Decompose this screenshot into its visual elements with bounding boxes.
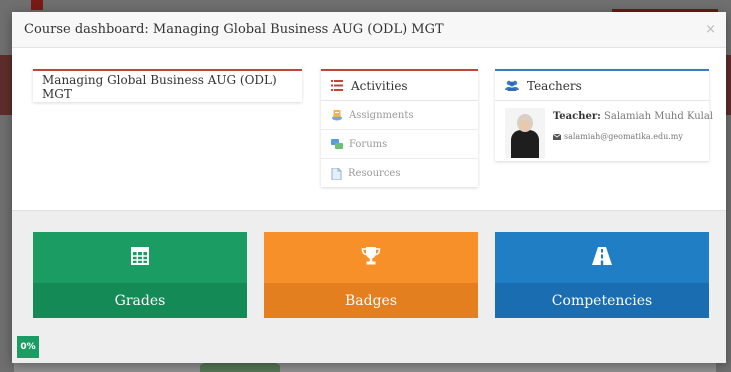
course-info-area: Managing Global Business AUG (ODL) MGT A… (12, 48, 726, 210)
road-icon (592, 246, 612, 269)
teacher-email-line: salamiah@geomatika.edu.my (553, 132, 713, 141)
grades-label: Grades (33, 283, 247, 318)
teacher-info: Teacher: Salamiah Muhd Kulal salamiah@ge… (553, 108, 713, 158)
course-dashboard-modal: Course dashboard: Managing Global Busine… (12, 12, 726, 363)
course-title: Managing Global Business AUG (ODL) MGT (42, 72, 277, 101)
teachers-card: Teachers Teacher: Salamiah Muhd Kulal sa… (495, 69, 713, 161)
teacher-entry: Teacher: Salamiah Muhd Kulal salamiah@ge… (495, 101, 713, 165)
activity-label: Assignments (349, 109, 414, 121)
competencies-label: Competencies (495, 283, 709, 318)
activities-card: Activities Assignments Forums Resources (321, 69, 478, 187)
badges-label: Badges (264, 283, 478, 318)
activity-item-assignments[interactable]: Assignments (321, 101, 478, 130)
teacher-label: Teacher: (553, 111, 601, 122)
forum-icon (331, 138, 343, 150)
teacher-email[interactable]: salamiah@geomatika.edu.my (564, 132, 683, 141)
list-icon (331, 80, 343, 91)
avatar (505, 108, 545, 158)
envelope-icon (553, 133, 561, 140)
teachers-header: Teachers (495, 71, 709, 101)
modal-header: Course dashboard: Managing Global Busine… (12, 12, 726, 48)
trophy-icon (361, 246, 381, 270)
activities-header: Activities (321, 71, 478, 101)
teachers-heading: Teachers (527, 78, 582, 93)
competencies-tile[interactable]: Competencies (495, 232, 709, 318)
table-icon (131, 246, 149, 269)
progress-badge: 0% (17, 336, 39, 358)
navigation-tiles-area: Grades Badges Competencies 0% (12, 210, 726, 363)
background-logo (31, 0, 43, 10)
assignment-icon (331, 109, 343, 121)
grades-tile[interactable]: Grades (33, 232, 247, 318)
close-icon[interactable]: × (705, 22, 716, 37)
activity-item-resources[interactable]: Resources (321, 159, 478, 188)
teacher-name-line: Teacher: Salamiah Muhd Kulal (553, 111, 713, 122)
resource-icon (331, 167, 342, 180)
users-icon (505, 80, 519, 91)
activities-heading: Activities (351, 78, 408, 93)
teacher-name[interactable]: Salamiah Muhd Kulal (604, 111, 713, 122)
activity-item-forums[interactable]: Forums (321, 130, 478, 159)
course-card: Managing Global Business AUG (ODL) MGT (33, 69, 302, 102)
badges-tile[interactable]: Badges (264, 232, 478, 318)
modal-title: Course dashboard: Managing Global Busine… (24, 22, 444, 37)
activity-label: Resources (348, 168, 401, 179)
activity-label: Forums (349, 138, 388, 150)
